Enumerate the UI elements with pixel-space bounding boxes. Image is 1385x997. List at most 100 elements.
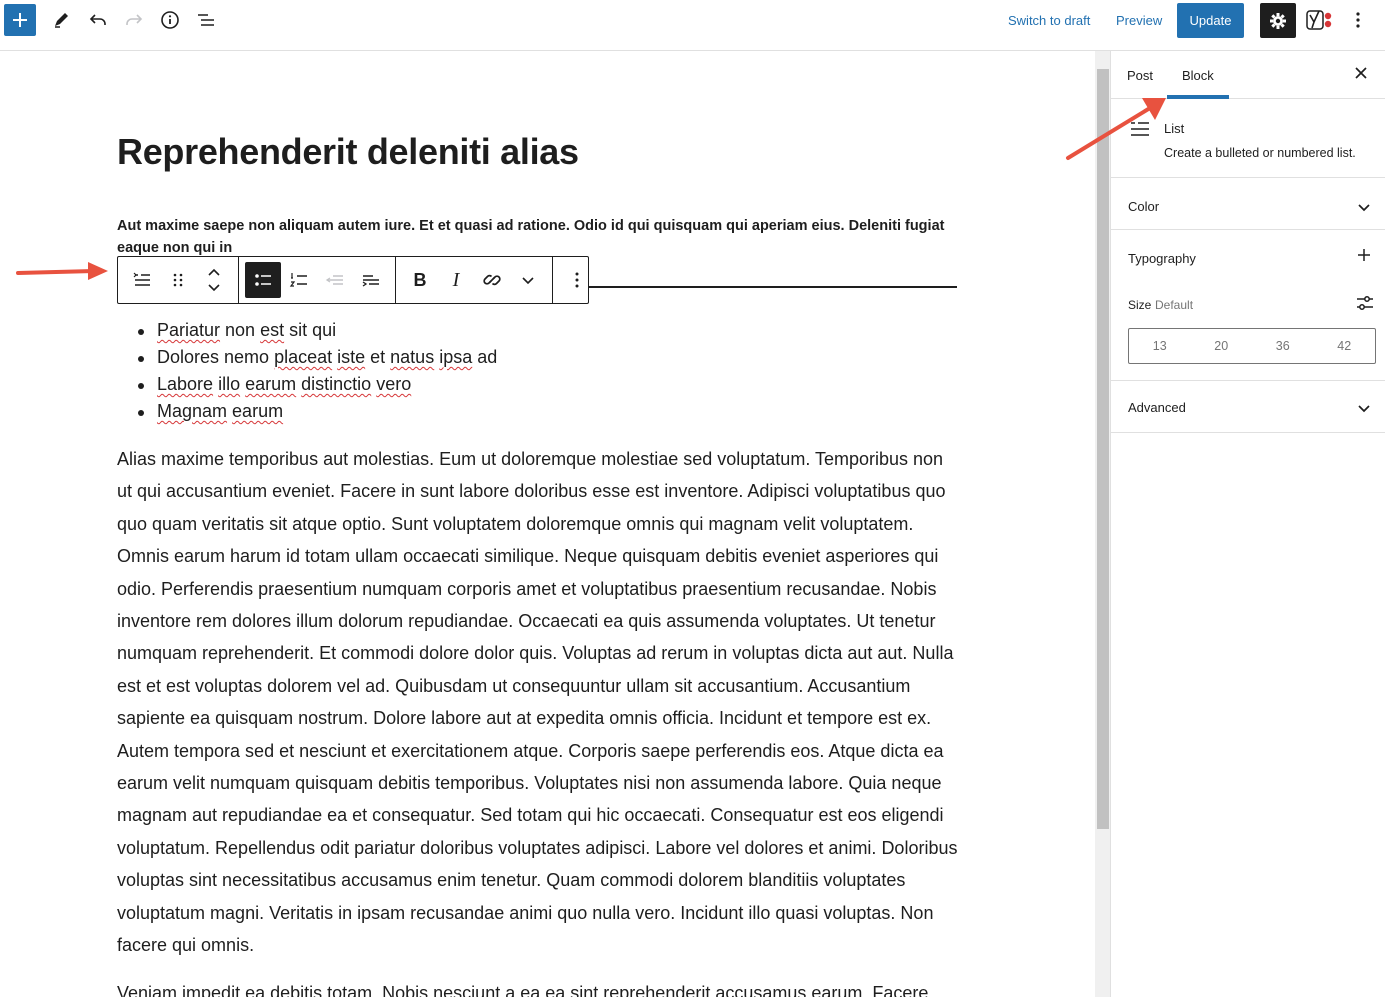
indent-icon <box>362 275 379 287</box>
scrollbar-thumb[interactable] <box>1097 69 1109 829</box>
color-panel-title: Color <box>1128 199 1160 214</box>
tools-button[interactable] <box>45 4 77 36</box>
plus-icon <box>13 13 27 27</box>
size-label: Size <box>1128 298 1152 312</box>
close-sidebar-button[interactable] <box>1354 64 1368 85</box>
close-icon <box>1355 67 1367 79</box>
settings-button[interactable] <box>1260 3 1296 38</box>
block-description: Create a bulleted or numbered list. <box>1164 146 1356 160</box>
block-toolbar: B I <box>117 256 589 304</box>
link-icon <box>483 274 501 286</box>
block-options-button[interactable] <box>559 262 595 298</box>
details-button[interactable] <box>154 4 186 36</box>
list-view-button[interactable] <box>190 4 222 36</box>
add-block-button[interactable] <box>4 4 36 36</box>
drag-handle-icon <box>173 273 183 287</box>
more-formatting-button[interactable] <box>510 262 546 298</box>
settings-sidebar: Post Block List Create a bulleted or num… <box>1111 51 1385 997</box>
misspelled-word: vero <box>376 374 412 394</box>
font-size-option[interactable]: 42 <box>1314 329 1376 363</box>
undo-icon <box>89 14 106 25</box>
advanced-panel-title: Advanced <box>1128 400 1186 415</box>
misspelled-word: Magnam <box>157 401 228 421</box>
font-size-option[interactable]: 20 <box>1191 329 1253 363</box>
yoast-seo-button[interactable] <box>1303 4 1337 36</box>
advanced-panel[interactable]: Advanced <box>1111 381 1385 433</box>
options-menu-button[interactable] <box>1342 4 1374 36</box>
annotation-arrow-icon <box>1066 98 1166 160</box>
list-item[interactable]: Pariatur non est sit qui <box>117 317 497 344</box>
size-current-value: Default <box>1155 298 1194 312</box>
body-paragraph[interactable]: Alias maxime temporibus aut molestias. E… <box>117 443 959 962</box>
list-item-text: sit qui <box>284 320 337 340</box>
font-size-option[interactable]: 13 <box>1129 329 1191 363</box>
font-size-option[interactable]: 36 <box>1252 329 1314 363</box>
indent-button[interactable] <box>353 262 389 298</box>
preview-link[interactable]: Preview <box>1116 13 1162 28</box>
plus-icon[interactable] <box>1357 248 1371 262</box>
misspelled-word: earum <box>232 401 284 421</box>
typography-panel-title: Typography <box>1128 251 1196 266</box>
list-item[interactable]: Dolores nemo placeat iste et natus ipsa … <box>117 344 497 371</box>
pencil-icon <box>55 13 68 28</box>
misspelled-word: earum <box>245 374 297 394</box>
switch-to-draft-link[interactable]: Switch to draft <box>1008 13 1090 28</box>
misspelled-word: illo <box>218 374 241 394</box>
misspelled-word: est <box>260 320 285 340</box>
annotation-arrow-icon <box>16 262 108 280</box>
misspelled-word: natus <box>390 347 435 367</box>
misspelled-word: iste <box>337 347 366 367</box>
list-item-text: non <box>220 320 261 340</box>
color-panel[interactable]: Color <box>1111 178 1385 230</box>
font-size-picker: 13 20 36 42 <box>1128 328 1376 364</box>
list-item-text: et <box>365 347 391 367</box>
unordered-list-button[interactable] <box>245 262 281 298</box>
info-icon <box>161 11 179 29</box>
editor-canvas[interactable]: Reprehenderit deleniti alias Aut maxime … <box>0 51 1095 997</box>
editor-scrollbar[interactable] <box>1095 51 1111 997</box>
chevron-down-icon <box>1358 405 1370 413</box>
list-item[interactable]: Magnam earum <box>117 398 497 425</box>
outdent-icon <box>325 275 343 285</box>
undo-button[interactable] <box>82 4 114 36</box>
separator-line <box>588 286 957 288</box>
update-button[interactable]: Update <box>1177 3 1244 38</box>
outdent-button[interactable] <box>317 262 353 298</box>
bullet-list-icon <box>255 274 271 286</box>
bold-button[interactable]: B <box>402 262 438 298</box>
italic-button[interactable]: I <box>438 262 474 298</box>
misspelled-word: ipsa <box>439 347 473 367</box>
chevron-down-icon <box>1358 204 1370 212</box>
more-vertical-icon <box>575 272 579 288</box>
redo-button[interactable] <box>118 4 150 36</box>
move-up-down-buttons[interactable] <box>196 262 232 298</box>
body-paragraph-2[interactable]: Veniam impedit ea debitis totam. Nobis n… <box>117 977 959 997</box>
list-item[interactable]: Labore illo earum distinctio vero <box>117 371 497 398</box>
misspelled-word: Pariatur <box>157 320 221 340</box>
post-title[interactable]: Reprehenderit deleniti alias <box>117 131 579 173</box>
toolbar-group-format: B I <box>396 257 553 303</box>
drag-handle[interactable] <box>160 262 196 298</box>
editor-top-toolbar: Switch to draft Preview Update <box>0 0 1385 51</box>
chevron-up-down-icon <box>208 268 220 292</box>
chevron-down-icon <box>522 277 534 285</box>
custom-size-settings-icon[interactable] <box>1356 294 1374 312</box>
misspelled-word: distinctio <box>301 374 372 394</box>
toolbar-group-block <box>118 257 239 303</box>
tab-block[interactable]: Block <box>1182 68 1214 83</box>
misspelled-word: Labore <box>157 374 214 394</box>
list-block-icon <box>133 272 150 286</box>
more-vertical-icon <box>1356 12 1360 28</box>
list-view-icon <box>198 14 214 26</box>
ordered-list-button[interactable] <box>281 262 317 298</box>
list-block[interactable]: Pariatur non est sit qui Dolores nemo pla… <box>117 317 497 425</box>
tab-post[interactable]: Post <box>1127 68 1153 83</box>
intro-paragraph[interactable]: Aut maxime saepe non aliquam autem iure.… <box>117 215 957 259</box>
link-button[interactable] <box>474 262 510 298</box>
misspelled-word: placeat <box>274 347 333 367</box>
gear-icon <box>1270 12 1286 29</box>
list-item-text: ad <box>472 347 498 367</box>
redo-icon <box>126 14 143 25</box>
block-type-button[interactable] <box>124 262 160 298</box>
yoast-icon <box>1306 10 1332 30</box>
